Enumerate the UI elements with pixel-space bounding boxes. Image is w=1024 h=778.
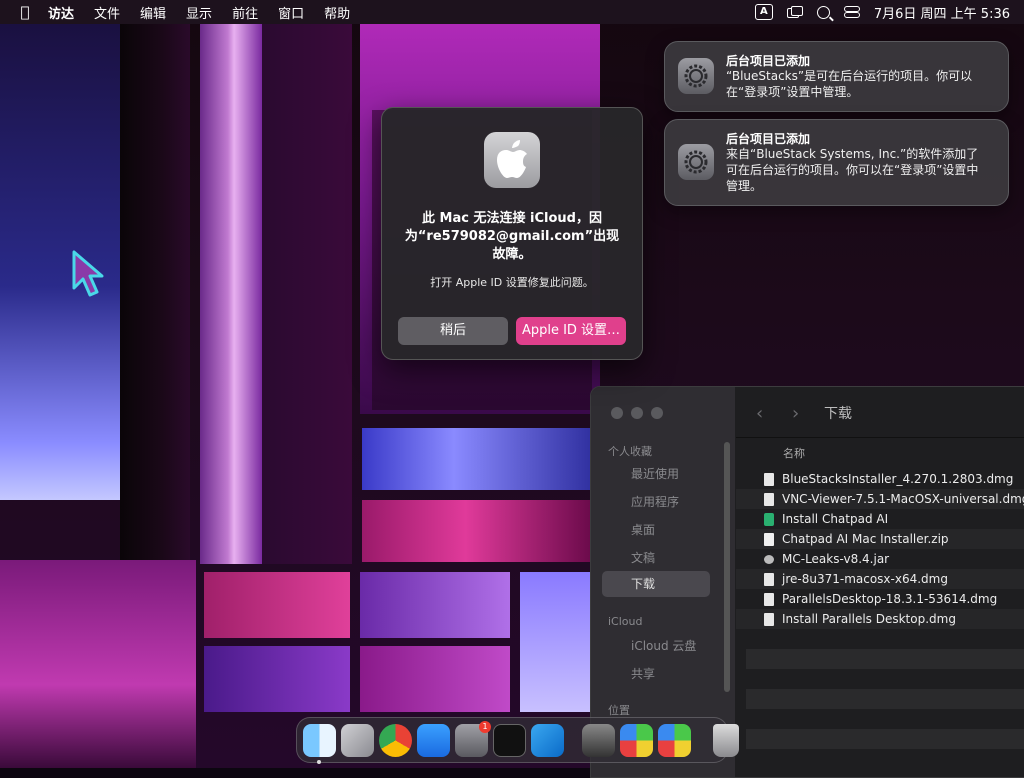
- file-name: Chatpad AI Mac Installer.zip: [782, 532, 949, 546]
- control-center-icon[interactable]: [843, 6, 860, 18]
- back-chevron-icon[interactable]: ‹: [756, 403, 763, 424]
- sidebar-item-applications[interactable]: 应用程序: [631, 493, 679, 510]
- notification-body: 来自“BlueStack Systems, Inc.”的软件添加了可在后台运行的…: [726, 147, 979, 193]
- file-row[interactable]: Chatpad AI Mac Installer.zip: [736, 529, 1024, 549]
- disk-image-icon: [764, 572, 774, 586]
- notification-title: 后台项目已添加: [726, 132, 811, 146]
- app-store-icon[interactable]: [417, 723, 450, 757]
- forward-chevron-icon[interactable]: ›: [792, 403, 799, 424]
- sidebar-item-recent[interactable]: 最近使用: [631, 465, 679, 482]
- system-settings-app-icon: [484, 132, 540, 188]
- chrome-icon[interactable]: [379, 723, 412, 757]
- system-settings-icon[interactable]: 1: [455, 720, 491, 757]
- zoom-window-button[interactable]: [651, 407, 663, 419]
- file-row[interactable]: jre-8u371-macosx-x64.dmg: [736, 569, 1024, 589]
- zip-icon: [764, 532, 774, 546]
- empty-row: [746, 709, 1024, 729]
- notification-background-item-2[interactable]: 后台项目已添加 来自“BlueStack Systems, Inc.”的软件添加…: [664, 119, 1009, 206]
- apple-menu-icon[interactable]: : [12, 3, 38, 21]
- sidebar-item-icloud-drive[interactable]: iCloud 云盘: [631, 637, 696, 654]
- java-icon: [764, 554, 774, 564]
- menu-file[interactable]: 文件: [84, 3, 130, 22]
- bluestacks-icon[interactable]: [620, 723, 653, 757]
- file-name: BlueStacksInstaller_4.270.1.2803.dmg: [782, 472, 1014, 486]
- automator-icon[interactable]: [582, 723, 615, 757]
- menu-edit[interactable]: 编辑: [130, 3, 176, 22]
- notification-background-item-1[interactable]: 后台项目已添加 “BlueStacks”是可在后台运行的项目。你可以在“登录项”…: [664, 41, 1009, 112]
- notification-body: “BlueStacks”是可在后台运行的项目。你可以在“登录项”设置中管理。: [726, 69, 973, 99]
- later-button[interactable]: 稍后: [398, 317, 508, 345]
- file-row[interactable]: MC-Leaks-v8.4.jar: [736, 549, 1024, 569]
- terminal-icon[interactable]: [493, 723, 526, 757]
- finder-toolbar: ‹ › 下载: [736, 387, 1024, 438]
- mouse-cursor-icon: [72, 250, 104, 297]
- disk-image-icon: [764, 472, 774, 486]
- apple-id-settings-button[interactable]: Apple ID 设置…: [516, 317, 626, 345]
- notification-badge: 1: [479, 720, 491, 733]
- file-row[interactable]: ParallelsDesktop-18.3.1-53614.dmg: [736, 589, 1024, 609]
- file-name: jre-8u371-macosx-x64.dmg: [782, 572, 948, 586]
- sidebar-header-favorites: 个人收藏: [608, 445, 652, 458]
- sidebar-item-downloads[interactable]: 下载: [602, 571, 710, 597]
- window-controls: [611, 407, 663, 419]
- file-row[interactable]: Install Parallels Desktop.dmg: [736, 609, 1024, 629]
- apple-logo-icon: [497, 140, 527, 178]
- empty-row: [746, 629, 1024, 649]
- disk-image-icon: [764, 612, 774, 626]
- menu-window[interactable]: 窗口: [268, 3, 314, 22]
- app-icon: [764, 512, 774, 526]
- dialog-title: 此 Mac 无法连接 iCloud，因为“re579082@gmail.com”…: [404, 211, 620, 262]
- trash-icon[interactable]: [713, 723, 739, 757]
- file-row[interactable]: Install Chatpad AI: [736, 509, 1024, 529]
- menu-app-name[interactable]: 访达: [38, 3, 84, 22]
- empty-row: [746, 669, 1024, 689]
- sidebar-item-shared[interactable]: 共享: [631, 665, 655, 682]
- file-name: MC-Leaks-v8.4.jar: [782, 552, 890, 566]
- sidebar-header-icloud: iCloud: [608, 615, 643, 628]
- bluestacks-multi-instance-icon[interactable]: [658, 723, 691, 757]
- spotlight-search-icon[interactable]: [816, 5, 830, 19]
- menu-clock[interactable]: 7月6日 周四 上午 5:36: [874, 3, 1010, 22]
- menu-go[interactable]: 前往: [222, 3, 268, 22]
- empty-row: [746, 649, 1024, 669]
- icloud-error-dialog: 此 Mac 无法连接 iCloud，因为“re579082@gmail.com”…: [381, 107, 643, 360]
- menu-view[interactable]: 显示: [176, 3, 222, 22]
- finder-icon[interactable]: [303, 723, 336, 764]
- file-list: BlueStacksInstaller_4.270.1.2803.dmg VNC…: [736, 469, 1024, 749]
- stage-manager-icon[interactable]: [786, 6, 803, 18]
- file-name: Install Parallels Desktop.dmg: [782, 612, 956, 626]
- minimize-window-button[interactable]: [631, 407, 643, 419]
- notification-title: 后台项目已添加: [726, 54, 811, 68]
- file-name: ParallelsDesktop-18.3.1-53614.dmg: [782, 592, 998, 606]
- input-method-icon[interactable]: A: [754, 4, 773, 20]
- close-window-button[interactable]: [611, 407, 623, 419]
- disk-image-icon: [764, 492, 774, 506]
- settings-gear-icon: [678, 58, 714, 94]
- empty-row: [746, 729, 1024, 749]
- dialog-message: 打开 Apple ID 设置修复此问题。: [430, 276, 594, 289]
- file-row[interactable]: BlueStacksInstaller_4.270.1.2803.dmg: [736, 469, 1024, 489]
- dock: 1: [296, 717, 739, 764]
- launchpad-icon[interactable]: [341, 723, 374, 757]
- folder-title: 下载: [824, 406, 852, 422]
- name-column-header[interactable]: 名称: [783, 445, 805, 461]
- file-name: VNC-Viewer-7.5.1-MacOSX-universal.dmg: [782, 492, 1024, 506]
- sidebar-header-locations: 位置: [608, 704, 630, 717]
- menu-bar:  访达 文件 编辑 显示 前往 窗口 帮助 A 7月6日 周四 上午 5:36: [0, 0, 1024, 24]
- file-row[interactable]: VNC-Viewer-7.5.1-MacOSX-universal.dmg: [736, 489, 1024, 509]
- empty-row: [746, 689, 1024, 709]
- sidebar-item-desktop[interactable]: 桌面: [631, 521, 655, 538]
- disk-image-icon: [764, 592, 774, 606]
- sidebar-scrollbar[interactable]: [724, 442, 730, 692]
- file-name: Install Chatpad AI: [782, 512, 889, 526]
- menu-help[interactable]: 帮助: [314, 3, 360, 22]
- settings-gear-icon: [678, 144, 714, 180]
- vscode-icon[interactable]: [531, 723, 564, 757]
- sidebar-item-documents[interactable]: 文稿: [631, 549, 655, 566]
